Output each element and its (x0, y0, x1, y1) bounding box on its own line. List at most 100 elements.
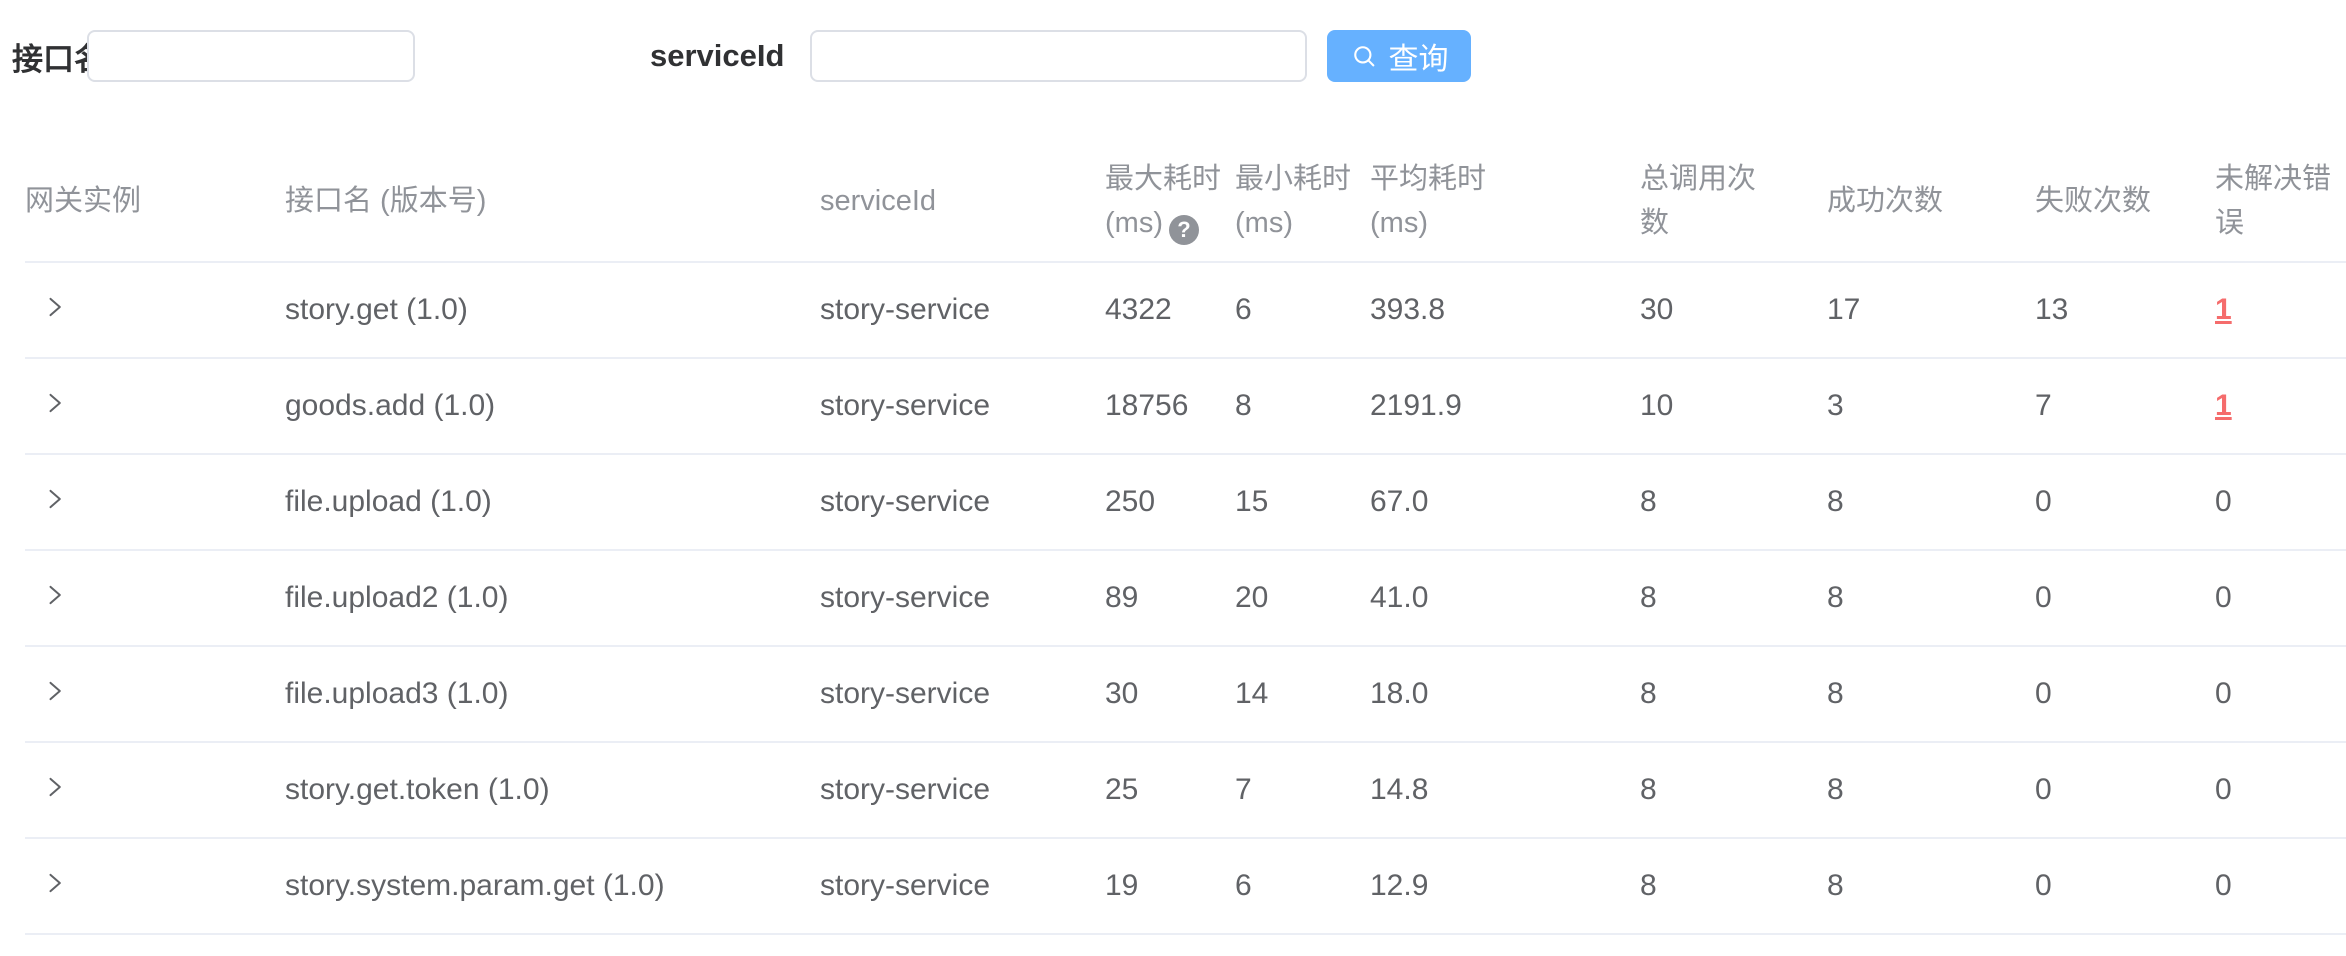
table-row: story.system.param.get (1.0) story-servi… (25, 838, 2346, 934)
column-header-min-ms: 最小耗时 (ms) (1235, 140, 1370, 262)
api-stats-page: 接口名 serviceId 查询 (0, 0, 2346, 935)
column-header-fail-count: 失败次数 (2035, 140, 2215, 262)
chevron-right-icon[interactable] (39, 292, 69, 322)
gateway-cell (25, 742, 285, 838)
max-ms-cell: 25 (1105, 742, 1235, 838)
column-header-max-ms: 最大耗时 (ms)? (1105, 140, 1235, 262)
avg-ms-cell: 41.0 (1370, 550, 1640, 646)
chevron-right-icon[interactable] (39, 388, 69, 418)
fail-count-cell: 7 (2035, 358, 2215, 454)
gateway-cell (25, 646, 285, 742)
chevron-right-icon[interactable] (39, 676, 69, 706)
success-count-cell: 3 (1827, 358, 2035, 454)
max-ms-cell: 18756 (1105, 358, 1235, 454)
success-count-cell: 8 (1827, 646, 2035, 742)
unresolved-errors-link[interactable]: 1 (2215, 389, 2232, 422)
interface-name-cell: story.get.token (1.0) (285, 742, 820, 838)
chevron-right-icon[interactable] (39, 484, 69, 514)
avg-ms-cell: 14.8 (1370, 742, 1640, 838)
service-id-cell: story-service (820, 454, 1105, 550)
gateway-cell (25, 550, 285, 646)
interface-name-cell: file.upload2 (1.0) (285, 550, 820, 646)
column-header-success-count: 成功次数 (1827, 140, 2035, 262)
interface-name-cell: file.upload3 (1.0) (285, 646, 820, 742)
gateway-cell (25, 262, 285, 358)
column-header-service-id: serviceId (820, 140, 1105, 262)
min-ms-cell: 6 (1235, 262, 1370, 358)
unresolved-errors-cell: 0 (2215, 550, 2346, 646)
search-button[interactable]: 查询 (1327, 30, 1471, 82)
interface-name-cell: file.upload (1.0) (285, 454, 820, 550)
unresolved-errors-link[interactable]: 1 (2215, 293, 2232, 326)
total-calls-cell: 8 (1640, 646, 1827, 742)
success-count-cell: 17 (1827, 262, 2035, 358)
table-row: file.upload2 (1.0) story-service 89 20 4… (25, 550, 2346, 646)
unresolved-errors-cell: 0 (2215, 742, 2346, 838)
service-id-cell: story-service (820, 838, 1105, 934)
fail-count-cell: 0 (2035, 646, 2215, 742)
fail-count-cell: 13 (2035, 262, 2215, 358)
min-ms-cell: 14 (1235, 646, 1370, 742)
unresolved-errors-value: 0 (2215, 677, 2232, 710)
min-ms-cell: 6 (1235, 838, 1370, 934)
search-form: 接口名 serviceId 查询 (0, 0, 2346, 140)
avg-ms-cell: 12.9 (1370, 838, 1640, 934)
avg-ms-cell: 67.0 (1370, 454, 1640, 550)
min-ms-cell: 8 (1235, 358, 1370, 454)
min-ms-cell: 20 (1235, 550, 1370, 646)
fail-count-cell: 0 (2035, 550, 2215, 646)
chevron-right-icon[interactable] (39, 868, 69, 898)
gateway-cell (25, 358, 285, 454)
table-row: story.get.token (1.0) story-service 25 7… (25, 742, 2346, 838)
unresolved-errors-value: 0 (2215, 773, 2232, 806)
fail-count-cell: 0 (2035, 742, 2215, 838)
total-calls-cell: 8 (1640, 454, 1827, 550)
fail-count-cell: 0 (2035, 838, 2215, 934)
service-id-cell: story-service (820, 742, 1105, 838)
table-body: story.get (1.0) story-service 4322 6 393… (25, 262, 2346, 934)
interface-name-input[interactable] (87, 30, 415, 82)
max-ms-cell: 30 (1105, 646, 1235, 742)
fail-count-cell: 0 (2035, 454, 2215, 550)
chevron-right-icon[interactable] (39, 580, 69, 610)
unresolved-errors-cell: 0 (2215, 454, 2346, 550)
table-row: goods.add (1.0) story-service 18756 8 21… (25, 358, 2346, 454)
max-ms-cell: 89 (1105, 550, 1235, 646)
api-stats-table-wrap: 网关实例 接口名 (版本号) serviceId 最大耗时 (ms)? 最小耗时… (0, 140, 2346, 935)
column-header-unresolved-errors: 未解决错误 (2215, 140, 2346, 262)
interface-name-cell: goods.add (1.0) (285, 358, 820, 454)
success-count-cell: 8 (1827, 742, 2035, 838)
avg-ms-cell: 393.8 (1370, 262, 1640, 358)
max-ms-cell: 4322 (1105, 262, 1235, 358)
unresolved-errors-value: 0 (2215, 869, 2232, 902)
total-calls-cell: 8 (1640, 838, 1827, 934)
total-calls-cell: 10 (1640, 358, 1827, 454)
search-button-label: 查询 (1389, 34, 1449, 78)
table-row: file.upload3 (1.0) story-service 30 14 1… (25, 646, 2346, 742)
api-stats-table: 网关实例 接口名 (版本号) serviceId 最大耗时 (ms)? 最小耗时… (25, 140, 2346, 935)
total-calls-cell: 8 (1640, 550, 1827, 646)
column-header-avg-ms: 平均耗时 (ms) (1370, 140, 1640, 262)
unresolved-errors-cell: 0 (2215, 838, 2346, 934)
service-id-input[interactable] (810, 30, 1307, 82)
chevron-right-icon[interactable] (39, 772, 69, 802)
column-header-interface: 接口名 (版本号) (285, 140, 820, 262)
unresolved-errors-cell: 0 (2215, 646, 2346, 742)
success-count-cell: 8 (1827, 454, 2035, 550)
unresolved-errors-cell: 1 (2215, 262, 2346, 358)
interface-name-cell: story.system.param.get (1.0) (285, 838, 820, 934)
gateway-cell (25, 838, 285, 934)
question-circle-icon[interactable]: ? (1169, 215, 1199, 245)
total-calls-cell: 30 (1640, 262, 1827, 358)
table-row: story.get (1.0) story-service 4322 6 393… (25, 262, 2346, 358)
min-ms-cell: 7 (1235, 742, 1370, 838)
service-id-cell: story-service (820, 646, 1105, 742)
service-id-label: serviceId (650, 30, 784, 82)
min-ms-cell: 15 (1235, 454, 1370, 550)
search-icon (1350, 42, 1378, 70)
unresolved-errors-value: 0 (2215, 581, 2232, 614)
table-row: file.upload (1.0) story-service 250 15 6… (25, 454, 2346, 550)
service-id-cell: story-service (820, 550, 1105, 646)
unresolved-errors-value: 0 (2215, 485, 2232, 518)
avg-ms-cell: 18.0 (1370, 646, 1640, 742)
